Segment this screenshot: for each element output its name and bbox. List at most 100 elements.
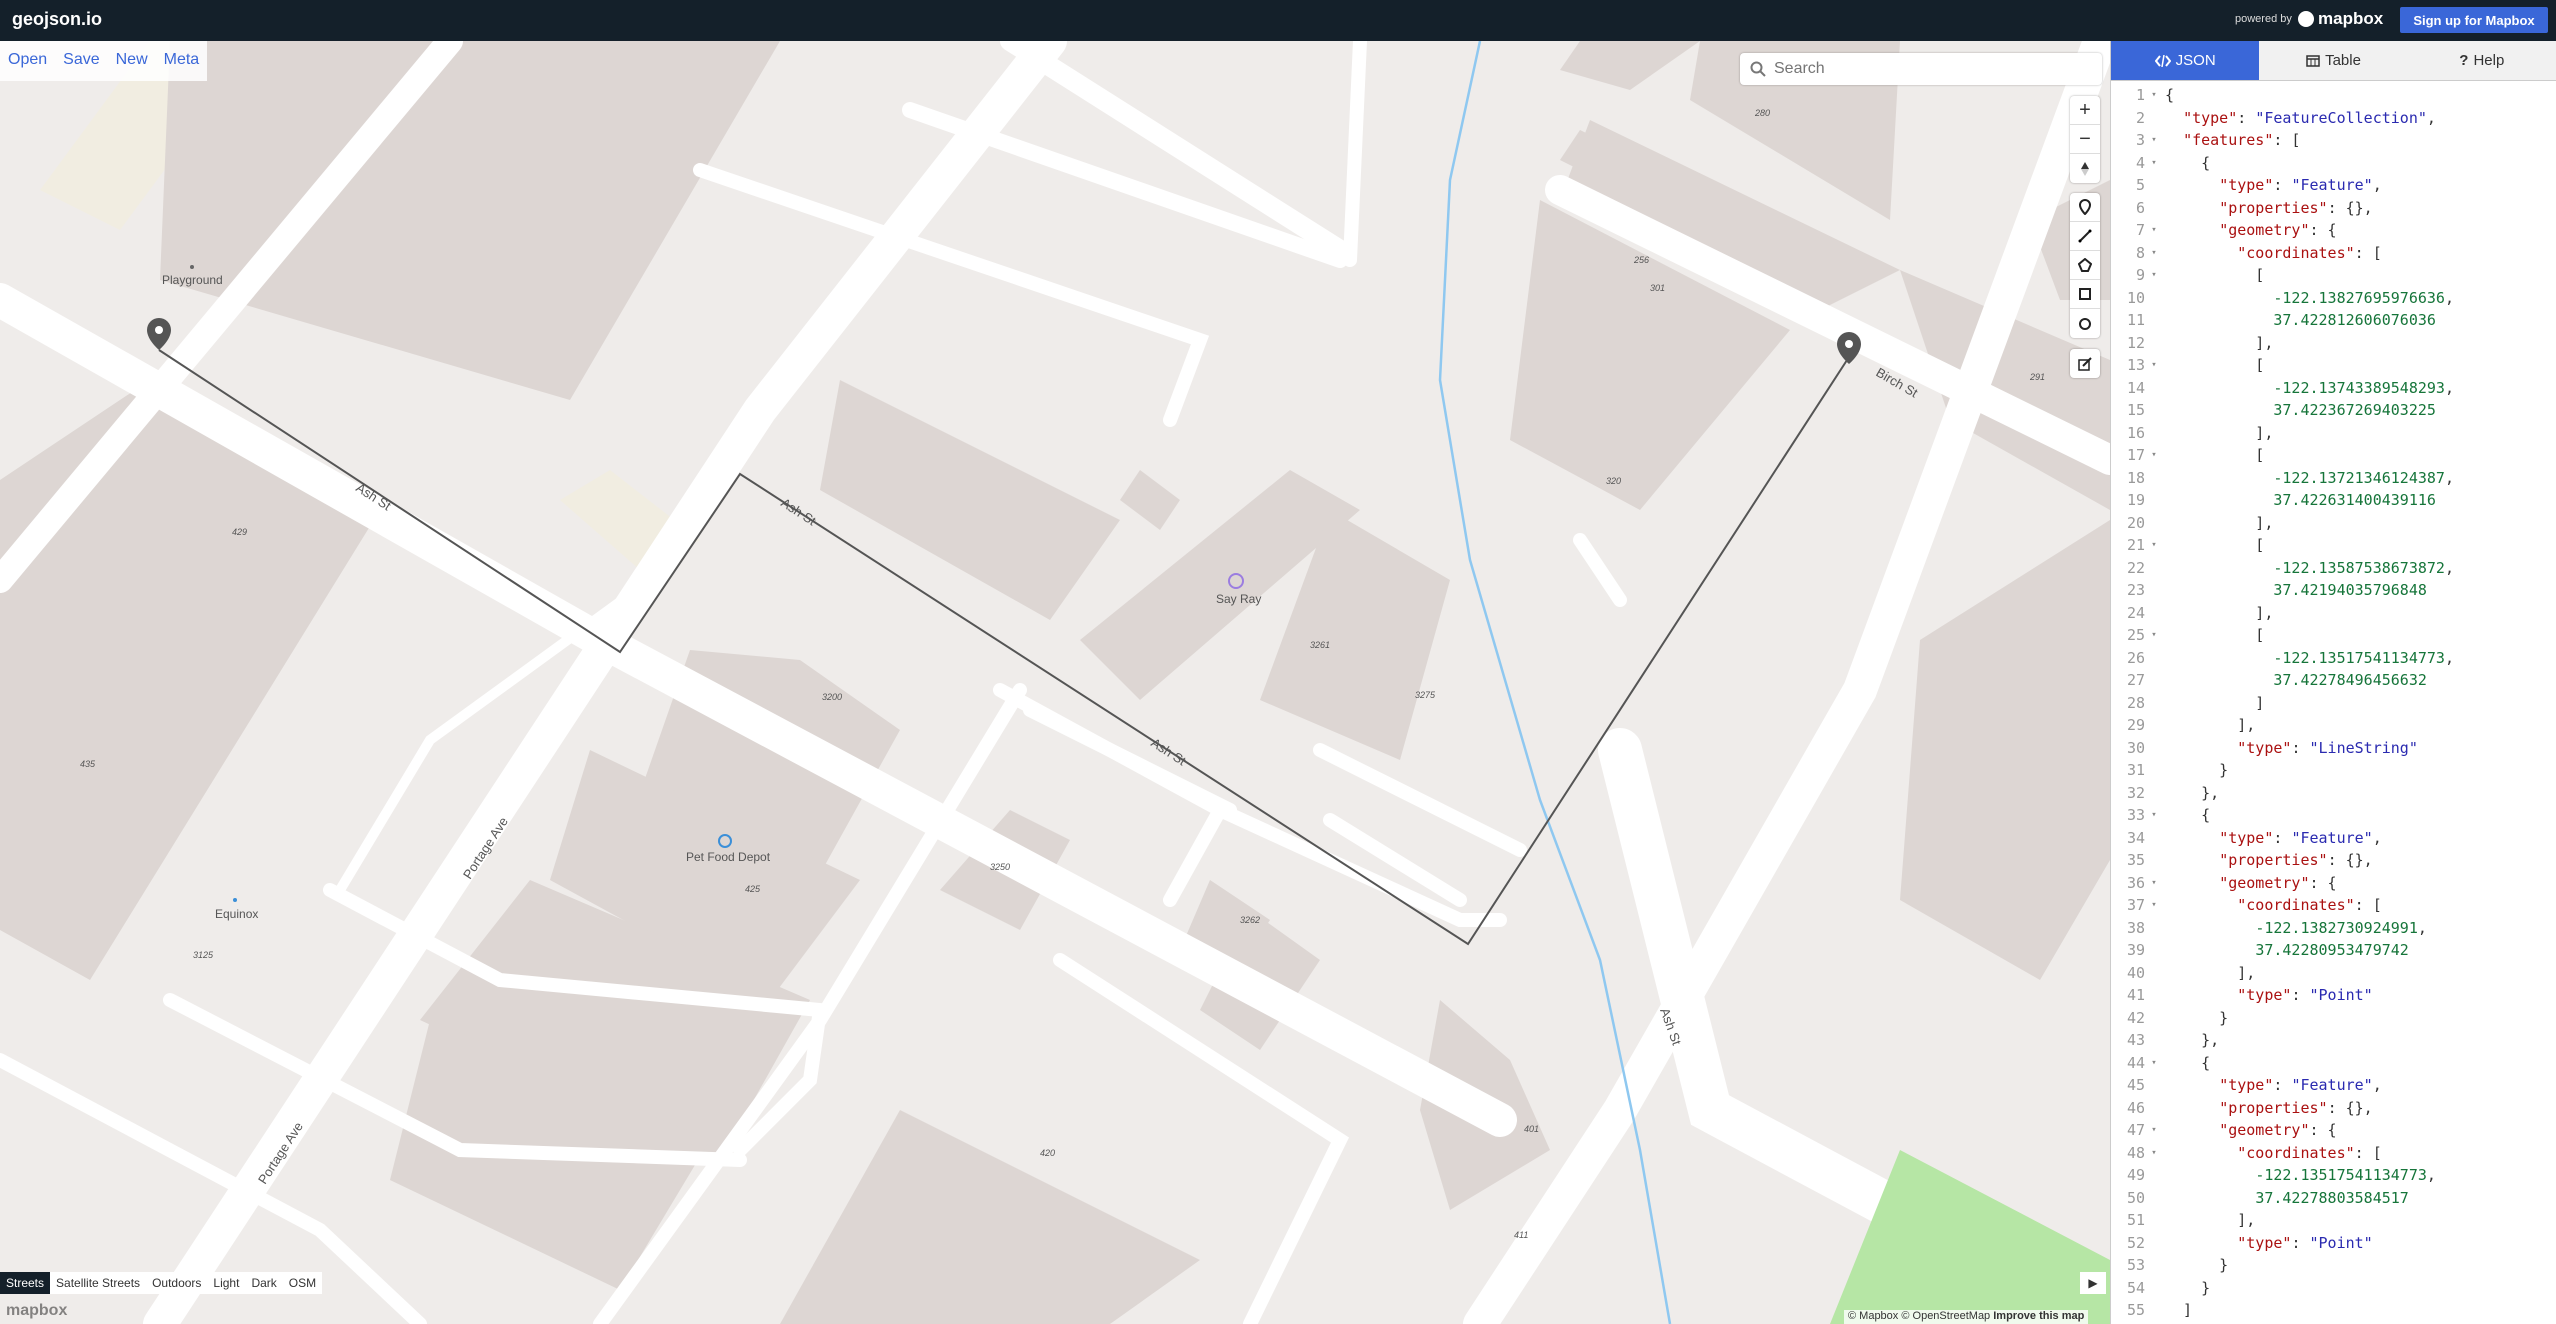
code-line[interactable]: 18 -122.13721346124387, <box>2111 467 2556 490</box>
style-outdoors[interactable]: Outdoors <box>146 1272 207 1294</box>
code-line[interactable]: 6 "properties": {}, <box>2111 197 2556 220</box>
style-dark[interactable]: Dark <box>245 1272 282 1294</box>
code-line[interactable]: 14 -122.13743389548293, <box>2111 377 2556 400</box>
menu-new[interactable]: New <box>108 41 156 81</box>
zoom-in-button[interactable]: + <box>2070 96 2100 125</box>
improve-map-link[interactable]: Improve this map <box>1993 1310 2084 1322</box>
code-line[interactable]: 21 ▾ [ <box>2111 534 2556 557</box>
code-line[interactable]: 39 37.42280953479742 <box>2111 939 2556 962</box>
code-line[interactable]: 2 "type": "FeatureCollection", <box>2111 107 2556 130</box>
menu-meta[interactable]: Meta <box>156 41 208 81</box>
menu-open[interactable]: Open <box>0 41 55 81</box>
code-line[interactable]: 41 "type": "Point" <box>2111 984 2556 1007</box>
code-line[interactable]: 35 "properties": {}, <box>2111 849 2556 872</box>
code-line[interactable]: 19 37.422631400439116 <box>2111 489 2556 512</box>
fold-arrow-icon[interactable]: ▾ <box>2149 804 2159 827</box>
draw-marker-button[interactable] <box>2070 193 2100 222</box>
code-line[interactable]: 4 ▾ { <box>2111 152 2556 175</box>
code-line[interactable]: 53 } <box>2111 1254 2556 1277</box>
fold-arrow-icon[interactable]: ▾ <box>2149 84 2159 107</box>
collapse-panel-button[interactable]: ▶ <box>2080 1272 2106 1294</box>
edit-button[interactable] <box>2070 349 2100 378</box>
fold-arrow-icon[interactable]: ▾ <box>2149 264 2159 287</box>
fold-arrow-icon[interactable]: ▾ <box>2149 1142 2159 1165</box>
code-line[interactable]: 54 } <box>2111 1277 2556 1300</box>
app-logo[interactable]: geojson.io <box>12 9 102 30</box>
code-line[interactable]: 49 -122.13517541134773, <box>2111 1164 2556 1187</box>
style-satellite-streets[interactable]: Satellite Streets <box>50 1272 146 1294</box>
menu-save[interactable]: Save <box>55 41 107 81</box>
code-line[interactable]: 26 -122.13517541134773, <box>2111 647 2556 670</box>
code-line[interactable]: 24 ], <box>2111 602 2556 625</box>
code-line[interactable]: 32 }, <box>2111 782 2556 805</box>
code-line[interactable]: 43 }, <box>2111 1029 2556 1052</box>
code-line[interactable]: 1 ▾ { <box>2111 84 2556 107</box>
code-line[interactable]: 30 "type": "LineString" <box>2111 737 2556 760</box>
signup-button[interactable]: Sign up for Mapbox <box>2400 7 2548 33</box>
code-line[interactable]: 16 ], <box>2111 422 2556 445</box>
code-line[interactable]: 46 "properties": {}, <box>2111 1097 2556 1120</box>
fold-arrow-icon[interactable]: ▾ <box>2149 219 2159 242</box>
code-line[interactable]: 3 ▾ "features": [ <box>2111 129 2556 152</box>
code-line[interactable]: 44 ▾ { <box>2111 1052 2556 1075</box>
code-line[interactable]: 38 -122.1382730924991, <box>2111 917 2556 940</box>
fold-arrow-icon[interactable]: ▾ <box>2149 129 2159 152</box>
code-line[interactable]: 48 ▾ "coordinates": [ <box>2111 1142 2556 1165</box>
code-line[interactable]: 13 ▾ [ <box>2111 354 2556 377</box>
code-line[interactable]: 47 ▾ "geometry": { <box>2111 1119 2556 1142</box>
code-line[interactable]: 29 ], <box>2111 714 2556 737</box>
code-line[interactable]: 22 -122.13587538673872, <box>2111 557 2556 580</box>
code-line[interactable]: 37 ▾ "coordinates": [ <box>2111 894 2556 917</box>
fold-arrow-icon[interactable]: ▾ <box>2149 624 2159 647</box>
code-line[interactable]: 42 } <box>2111 1007 2556 1030</box>
style-streets[interactable]: Streets <box>0 1272 51 1294</box>
search-input[interactable] <box>1774 60 2074 78</box>
code-line[interactable]: 11 37.422812606076036 <box>2111 309 2556 332</box>
map-canvas[interactable]: Ash St Ash St Ash St Ash St Birch St Por… <box>0 41 2110 1324</box>
mapbox-watermark[interactable]: mapbox <box>6 1302 67 1320</box>
code-line[interactable]: 8 ▾ "coordinates": [ <box>2111 242 2556 265</box>
code-line[interactable]: 50 37.42278803584517 <box>2111 1187 2556 1210</box>
code-line[interactable]: 20 ], <box>2111 512 2556 535</box>
code-line[interactable]: 52 "type": "Point" <box>2111 1232 2556 1255</box>
attribution-osm[interactable]: © OpenStreetMap <box>1901 1310 1990 1322</box>
mapbox-logo[interactable]: mapbox <box>2298 9 2383 29</box>
json-editor[interactable]: 1 ▾{2 "type": "FeatureCollection", 3 ▾ "fea… <box>2111 84 2556 1324</box>
fold-arrow-icon[interactable]: ▾ <box>2149 242 2159 265</box>
code-line[interactable]: 55 ] <box>2111 1299 2556 1322</box>
draw-polygon-button[interactable] <box>2070 251 2100 280</box>
tab-help[interactable]: ? Help <box>2408 41 2556 80</box>
code-line[interactable]: 34 "type": "Feature", <box>2111 827 2556 850</box>
code-line[interactable]: 40 ], <box>2111 962 2556 985</box>
code-line[interactable]: 7 ▾ "geometry": { <box>2111 219 2556 242</box>
code-line[interactable]: 27 37.42278496456632 <box>2111 669 2556 692</box>
code-line[interactable]: 10 -122.13827695976636, <box>2111 287 2556 310</box>
fold-arrow-icon[interactable]: ▾ <box>2149 894 2159 917</box>
code-line[interactable]: 51 ], <box>2111 1209 2556 1232</box>
code-line[interactable]: 5 "type": "Feature", <box>2111 174 2556 197</box>
code-line[interactable]: 12 ], <box>2111 332 2556 355</box>
code-line[interactable]: 17 ▾ [ <box>2111 444 2556 467</box>
code-line[interactable]: 33 ▾ { <box>2111 804 2556 827</box>
fold-arrow-icon[interactable]: ▾ <box>2149 534 2159 557</box>
compass-button[interactable] <box>2070 154 2100 183</box>
fold-arrow-icon[interactable]: ▾ <box>2149 354 2159 377</box>
fold-arrow-icon[interactable]: ▾ <box>2149 1119 2159 1142</box>
fold-arrow-icon[interactable]: ▾ <box>2149 152 2159 175</box>
code-line[interactable]: 9 ▾ [ <box>2111 264 2556 287</box>
attribution-mapbox[interactable]: © Mapbox <box>1848 1310 1898 1322</box>
zoom-out-button[interactable]: − <box>2070 125 2100 154</box>
code-line[interactable]: 28 ] <box>2111 692 2556 715</box>
tab-json[interactable]: JSON <box>2111 41 2260 80</box>
style-light[interactable]: Light <box>207 1272 245 1294</box>
fold-arrow-icon[interactable]: ▾ <box>2149 1052 2159 1075</box>
draw-circle-button[interactable] <box>2070 309 2100 338</box>
code-line[interactable]: 31 } <box>2111 759 2556 782</box>
code-line[interactable]: 45 "type": "Feature", <box>2111 1074 2556 1097</box>
fold-arrow-icon[interactable]: ▾ <box>2149 872 2159 895</box>
tab-table[interactable]: Table <box>2259 41 2407 80</box>
style-osm[interactable]: OSM <box>283 1272 322 1294</box>
code-line[interactable]: 15 37.422367269403225 <box>2111 399 2556 422</box>
code-line[interactable]: 25 ▾ [ <box>2111 624 2556 647</box>
code-line[interactable]: 36 ▾ "geometry": { <box>2111 872 2556 895</box>
